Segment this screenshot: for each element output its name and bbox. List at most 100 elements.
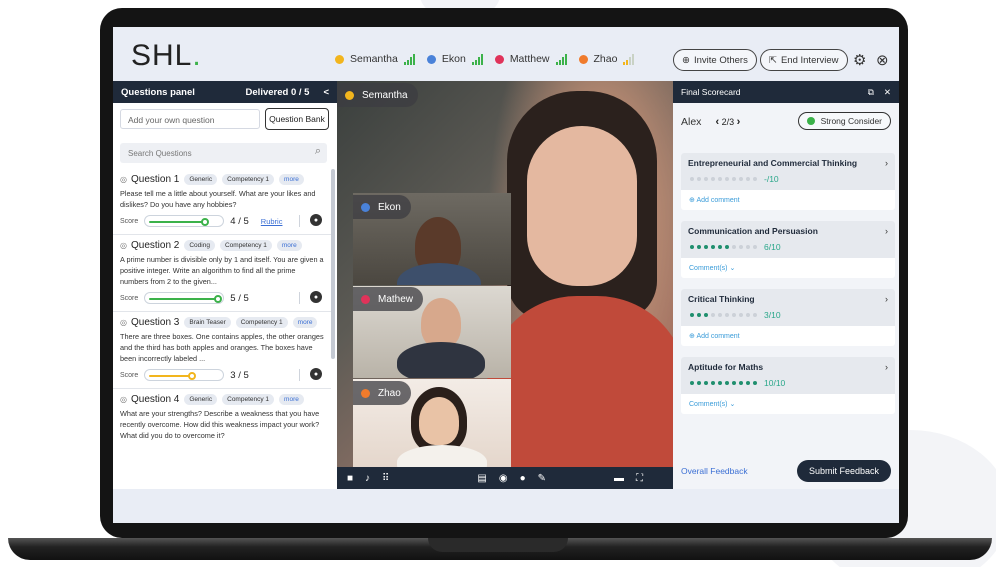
slider-knob[interactable] [214,295,223,303]
eye-icon: ◎ [120,318,127,327]
rating-dot[interactable] [751,379,759,387]
submit-feedback-button[interactable]: Submit Feedback [796,460,891,482]
tag: Competency 1 [235,317,288,328]
score-slider[interactable] [144,215,225,227]
more-link[interactable]: more [276,240,302,251]
recommendation-badge[interactable]: Strong Consider [797,112,891,130]
recommendation-label: Strong Consider [820,116,882,126]
rubric-link[interactable]: Rubric [261,217,283,226]
tile-label-zhao: Zhao [353,381,411,405]
options-icon[interactable]: ● [310,214,322,226]
invite-others-button[interactable]: ⊕ Invite Others [673,49,757,71]
page-indicator: 2/3 [721,117,735,127]
score-slider[interactable] [144,369,225,381]
participant-ekon[interactable]: Ekon [426,53,483,65]
participant-matthew[interactable]: Matthew [494,53,567,65]
competency-card[interactable]: Communication and Persuasion › 6/10 Comme… [681,221,895,278]
captions-icon[interactable]: ▬ [614,473,624,484]
scrollbar[interactable] [331,169,335,359]
status-dot [361,294,370,304]
competency-card[interactable]: Entrepreneurial and Commercial Thinking ›… [681,153,895,210]
participant-video [397,445,487,469]
participant-name: Zhao [593,53,618,65]
logo-text: SHL [131,39,193,72]
more-link[interactable]: more [279,394,304,405]
search-questions-input[interactable]: Search Questions ⌕ [120,143,327,163]
status-dot [361,202,370,212]
question-item[interactable]: ◎ Question 2 Coding Competency 1 more A prim… [113,235,331,312]
question-list: ◎ Question 1 Generic Competency 1 more Pleas… [113,169,331,447]
participant-zhao[interactable]: Zhao [578,53,635,65]
question-item[interactable]: ◎ Question 1 Generic Competency 1 more Pleas… [113,169,331,235]
mic-icon[interactable]: ♪ [365,473,370,484]
keypad-icon[interactable]: ⠿ [382,473,389,484]
question-text: There are three boxes. One contains appl… [120,332,324,363]
chevron-right-icon[interactable]: › [885,226,888,236]
popout-icon[interactable]: ⧉ [868,87,874,97]
overall-feedback-link[interactable]: Overall Feedback [681,466,748,476]
more-link[interactable]: more [292,317,318,328]
rating-dot[interactable] [751,311,759,319]
status-dot [578,54,588,64]
camera-icon[interactable]: ■ [347,473,353,484]
comments-toggle[interactable]: Comment(s) ⌄ [681,394,895,414]
chevron-right-icon[interactable]: › [737,116,741,128]
rating-dots[interactable]: 6/10 [688,242,888,252]
rating-dots[interactable]: 3/10 [688,310,888,320]
close-circle-icon[interactable]: ⊗ [876,51,889,69]
more-link[interactable]: more [279,174,304,185]
tile-name: Ekon [378,201,401,213]
close-icon[interactable]: ✕ [884,87,891,97]
gear-icon[interactable]: ⚙ [853,51,866,69]
signal-icon [471,53,483,65]
rating-dots[interactable]: 10/10 [688,378,888,388]
signal-icon [623,53,635,65]
rating-dots[interactable]: -/10 [688,174,888,184]
questions-panel-header: Questions panel Delivered 0 / 5 < [113,81,337,103]
slider-fill [149,221,204,223]
options-icon[interactable]: ● [310,291,322,303]
add-comment-link[interactable]: ⊕ Add comment [681,326,895,346]
divider [299,292,300,304]
search-placeholder: Search Questions [128,149,192,158]
status-dot [335,54,344,64]
settings-icon[interactable]: ◉ [499,473,508,484]
score-value: 4 / 5 [230,215,249,227]
question-item[interactable]: ◎ Question 4 Generic Competency 1 more What … [113,389,331,447]
status-dot [426,54,436,64]
collapse-icon[interactable]: < [323,87,329,98]
question-bank-button[interactable]: Question Bank [265,108,329,130]
add-comment-link[interactable]: ⊕ Add comment [681,190,895,210]
chevron-left-icon[interactable]: ‹ [715,116,719,128]
options-icon[interactable]: ● [310,368,322,380]
fullscreen-icon[interactable]: ⛶ [636,473,643,484]
end-label: End Interview [780,54,839,66]
logo-dot: . [192,39,202,72]
add-question-input[interactable]: Add your own question [120,109,260,129]
footer-label: Comment(s) [689,401,728,408]
rating-dot[interactable] [751,243,759,251]
question-title: Question 3 [130,317,180,328]
score-slider[interactable] [144,292,225,304]
delivered-count: Delivered 0 / 5 [245,86,310,98]
question-item[interactable]: ◎ Question 3 Brain Teaser Competency 1 more … [113,312,331,389]
chat-icon[interactable]: ● [520,473,526,484]
question-title: Question 4 [130,394,180,405]
participant-name: Matthew [509,53,550,65]
rating-dot[interactable] [751,175,759,183]
competency-name: Critical Thinking [688,294,755,304]
notes-icon[interactable]: ✎ [538,473,546,484]
competency-card[interactable]: Aptitude for Maths › 10/10 Comment(s) ⌄ [681,357,895,414]
chevron-right-icon[interactable]: › [885,158,888,168]
slider-knob[interactable] [201,218,210,226]
participant-name: Ekon [441,53,466,65]
chevron-right-icon[interactable]: › [885,294,888,304]
comments-toggle[interactable]: Comment(s) ⌄ [681,258,895,278]
competency-card[interactable]: Critical Thinking › 3/10 ⊕ Add comment [681,289,895,346]
end-interview-button[interactable]: ⇱ End Interview [760,49,848,71]
participant-semantha[interactable]: Semantha [335,53,415,65]
chevron-right-icon[interactable]: › [885,362,888,372]
document-icon[interactable]: ▤ [477,473,486,484]
slider-knob[interactable] [187,372,196,380]
footer-label: Add comment [696,197,740,204]
